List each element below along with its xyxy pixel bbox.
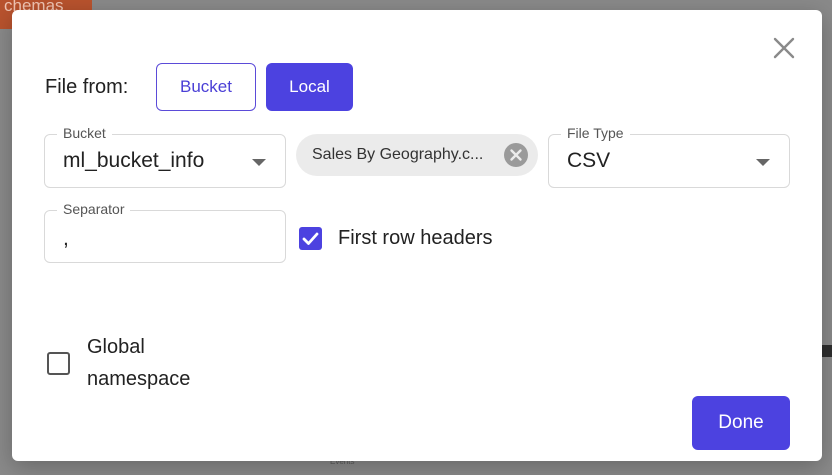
bucket-select-label: Bucket bbox=[57, 125, 112, 141]
source-bucket-button[interactable]: Bucket bbox=[156, 63, 256, 111]
done-button[interactable]: Done bbox=[692, 396, 790, 450]
chevron-down-icon bbox=[756, 159, 770, 166]
close-icon[interactable] bbox=[772, 36, 796, 60]
separator-field-label: Separator bbox=[57, 201, 131, 217]
bucket-select[interactable]: Bucket ml_bucket_info bbox=[44, 125, 286, 188]
global-namespace-checkbox[interactable] bbox=[47, 352, 70, 375]
selected-file-chip[interactable]: Sales By Geography.c... bbox=[296, 134, 538, 176]
file-type-select[interactable]: File Type CSV bbox=[548, 125, 790, 188]
bucket-select-value: ml_bucket_info bbox=[63, 149, 205, 172]
cancel-circle-icon[interactable] bbox=[504, 143, 528, 167]
file-from-label: File from: bbox=[45, 76, 129, 98]
chevron-down-icon bbox=[252, 159, 266, 166]
global-namespace-label-line2[interactable]: namespace bbox=[87, 368, 190, 391]
check-icon bbox=[302, 232, 319, 245]
separator-field-value: , bbox=[63, 227, 69, 250]
file-type-select-value: CSV bbox=[567, 149, 611, 172]
file-type-select-label: File Type bbox=[561, 125, 630, 141]
separator-field[interactable]: Separator , bbox=[44, 201, 286, 263]
source-local-button[interactable]: Local bbox=[266, 63, 353, 111]
selected-file-chip-label: Sales By Geography.c... bbox=[312, 146, 484, 163]
background-edge-mark bbox=[822, 345, 832, 357]
first-row-headers-label[interactable]: First row headers bbox=[338, 227, 493, 250]
file-import-modal: File from: Bucket Local Bucket ml_bucket… bbox=[12, 10, 822, 461]
first-row-headers-checkbox[interactable] bbox=[299, 227, 322, 250]
global-namespace-label-line1[interactable]: Global bbox=[87, 336, 145, 359]
